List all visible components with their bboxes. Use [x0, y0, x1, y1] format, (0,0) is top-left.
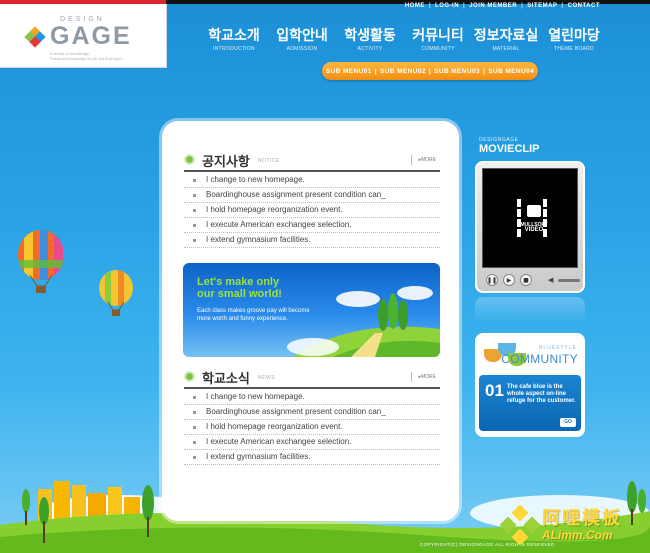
main-nav-label: 학교소개 — [208, 28, 260, 44]
llama-icon — [527, 205, 541, 217]
main-nav-sublabel: ADMISSION — [286, 46, 318, 52]
community-box[interactable]: BLUESTYLE COMMUNITY 01 The cafe blue is … — [475, 333, 585, 437]
volume-slider[interactable] — [558, 279, 580, 282]
submenu-item-4[interactable]: SUB MENU04 — [488, 68, 534, 75]
promo-banner[interactable]: Let's make only our small world! Each cl… — [183, 263, 440, 357]
main-nav-sublabel: MATERIAL — [492, 46, 520, 52]
video-brand-text: MULLSOFT VIDEO — [519, 223, 549, 234]
notice-list: I change to new homepage. Boardinghouse … — [184, 173, 440, 248]
top-utility-nav: HOME | LOG-IN | JOIN MEMBER | SITEMAP | CONT… — [404, 3, 600, 9]
news-item[interactable]: Boardinghouse assignment present conditi… — [184, 405, 440, 420]
main-nav-sublabel: COMMUNITY — [421, 46, 455, 52]
main-nav-activity[interactable]: 학생활동 ACTIVITY — [336, 28, 404, 52]
main-nav-material[interactable]: 정보자료실 MATERIAL — [472, 28, 540, 52]
notice-title: 공지사항 — [202, 155, 250, 170]
main-nav-label: 열린마당 — [548, 28, 600, 44]
community-card: 01 The cafe blue is the whole aspect on-… — [479, 375, 581, 431]
watermark: 阿哩模板 ALimm.Com — [496, 501, 644, 549]
news-tag: NEWS — [258, 375, 275, 381]
notice-divider — [184, 170, 440, 172]
community-text: The cafe blue is the whole aspect on-lin… — [507, 384, 576, 404]
submenu-bar: SUB MENU01 | SUB MENU02 | SUB MENU03 | SUB … — [322, 62, 538, 80]
hot-air-balloon-icon — [18, 230, 64, 293]
logo-name: GAGE — [50, 22, 132, 50]
main-nav-sublabel: INTRODUCTION — [213, 46, 255, 52]
banner-sub-line2: more worth and funny experience. — [197, 316, 288, 322]
submenu-item-2[interactable]: SUB MENU02 — [380, 68, 426, 75]
video-label: VIDEO — [524, 227, 544, 233]
logo-tagline: Everlast of knowledge Practical Knowledg… — [50, 51, 123, 61]
nav-login-link[interactable]: LOG-IN — [435, 3, 459, 9]
notice-item[interactable]: I change to new homepage. — [184, 173, 440, 188]
stop-icon: ■ — [523, 276, 529, 284]
news-title: 학교소식 — [202, 372, 250, 387]
main-nav-label: 정보자료실 — [473, 28, 539, 44]
main-nav-sublabel: ACTIVITY — [357, 46, 383, 52]
nav-home-link[interactable]: HOME — [405, 3, 425, 9]
submenu-item-3[interactable]: SUB MENU03 — [434, 68, 480, 75]
news-item[interactable]: I execute American exchangee selection. — [184, 435, 440, 450]
main-nav-label: 입학안내 — [276, 28, 328, 44]
banner-sub-line1: Each class makes groove pay will become — [197, 308, 310, 314]
logo[interactable]: DESIGN GAGE Everlast of knowledge Practi… — [0, 4, 167, 68]
main-nav-community[interactable]: 커뮤니티 COMMUNITY — [404, 28, 472, 52]
news-item[interactable]: I extend gymnasium facilities. — [184, 450, 440, 465]
notice-item[interactable]: I hold homepage reorganization event. — [184, 203, 440, 218]
notice-bullet-icon — [184, 154, 195, 165]
volume-icon: ◀ — [548, 276, 554, 284]
news-more-button[interactable]: MORE — [411, 372, 438, 382]
notice-tag: NOTICE — [258, 158, 280, 164]
main-nav: 학교소개 INTRODUCTION 입학안내 ADMISSION 학생활동 ACTIV… — [200, 28, 608, 52]
content-panel: 공지사항 NOTICE MORE I change to new homepag… — [162, 121, 459, 521]
play-button[interactable]: ▶ — [503, 274, 515, 286]
nav-contact-link[interactable]: CONTACT — [568, 3, 600, 9]
film-strip-icon: MULLSOFT VIDEO — [517, 199, 549, 237]
banner-subtitle: Each class makes groove pay will become … — [197, 307, 342, 323]
community-number: 01 — [485, 381, 504, 400]
pause-button[interactable]: ❚❚ — [486, 274, 498, 286]
news-bullet-icon — [184, 371, 195, 382]
news-item[interactable]: I change to new homepage. — [184, 390, 440, 405]
main-nav-sublabel: THEME BOARD — [554, 46, 594, 52]
main-nav-introduction[interactable]: 학교소개 INTRODUCTION — [200, 28, 268, 52]
community-go-button[interactable]: GO — [560, 418, 576, 427]
banner-title-line2: our small world! — [197, 288, 282, 300]
nav-sitemap-link[interactable]: SITEMAP — [527, 3, 557, 9]
notice-header: 공지사항 NOTICE MORE — [184, 153, 440, 170]
news-list: I change to new homepage. Boardinghouse … — [184, 390, 440, 465]
main-nav-theme-board[interactable]: 열린마당 THEME BOARD — [540, 28, 608, 52]
logo-mark-icon — [24, 26, 46, 48]
notice-more-button[interactable]: MORE — [411, 155, 438, 165]
pause-icon: ❚❚ — [486, 276, 498, 284]
main-nav-label: 학생활동 — [344, 28, 396, 44]
player-reflection — [475, 297, 585, 323]
video-screen[interactable]: MULLSOFT VIDEO — [482, 168, 578, 268]
notice-item[interactable]: I extend gymnasium facilities. — [184, 233, 440, 248]
community-title: COMMUNITY — [501, 352, 578, 366]
banner-title: Let's make only our small world! — [197, 276, 282, 300]
news-item[interactable]: I hold homepage reorganization event. — [184, 420, 440, 435]
community-small-label: BLUESTYLE — [539, 345, 577, 351]
hot-air-balloon-icon — [99, 270, 133, 316]
play-icon: ▶ — [506, 276, 512, 284]
watermark-text: 阿哩模板 — [542, 508, 622, 529]
watermark-logo-icon — [500, 505, 540, 545]
banner-title-line1: Let's make only — [197, 276, 280, 288]
news-header: 학교소식 NEWS MORE — [184, 370, 440, 387]
video-player: MULLSOFT VIDEO ❚❚ ▶ ■ ◀ — [475, 161, 585, 293]
submenu-item-1[interactable]: SUB MENU01 — [326, 68, 372, 75]
stop-button[interactable]: ■ — [520, 274, 532, 286]
nav-join-link[interactable]: JOIN MEMBER — [469, 3, 517, 9]
movie-title: MOVIECLIP — [479, 143, 540, 155]
main-nav-admission[interactable]: 입학안내 ADMISSION — [268, 28, 336, 52]
notice-item[interactable]: I execute American exchangee selection. — [184, 218, 440, 233]
watermark-url: ALimm.Com — [542, 528, 613, 542]
news-divider — [184, 387, 440, 389]
main-nav-label: 커뮤니티 — [412, 28, 464, 44]
notice-item[interactable]: Boardinghouse assignment present conditi… — [184, 188, 440, 203]
